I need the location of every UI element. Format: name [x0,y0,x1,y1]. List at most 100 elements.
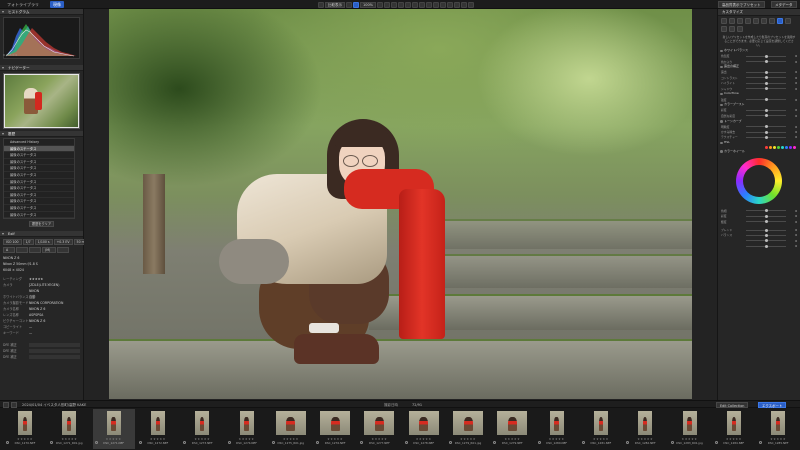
radial-icon[interactable] [412,1,419,8]
slider-track[interactable] [746,135,786,139]
tab-develop[interactable]: 現像 [50,1,64,8]
slider-knob[interactable] [764,220,768,224]
slider-knob[interactable] [764,70,768,74]
thumbnail-image[interactable] [408,411,439,435]
slider-track[interactable] [746,228,786,232]
navigator-viewport-frame[interactable] [4,74,79,128]
filmstrip-thumbnail[interactable]: ★★★★★ DSC_1279.NEF [491,409,533,449]
adjustment-section-header[interactable]: 露出の補正 [718,64,800,70]
main-photo[interactable] [109,9,692,399]
thumbnail-image[interactable] [549,411,564,435]
filmstrip-thumbnail[interactable]: ★★★★★ DSC_1272.NEF [137,409,179,449]
slider-knob[interactable] [764,209,768,213]
footer-field[interactable] [29,343,80,348]
history-item[interactable]: Advanced History [4,139,74,146]
slider-track[interactable] [746,70,786,74]
slider-track[interactable] [746,108,786,112]
slider-value[interactable]: 0 [789,233,797,237]
slider-knob[interactable] [764,114,768,118]
tab-library[interactable]: フォトライブラリ [4,1,42,8]
filmstrip-thumbnail[interactable]: ★★★★★ DSC_1285.NEF [757,409,799,449]
gradient-icon[interactable] [405,1,412,8]
exif-header[interactable]: Exif [0,231,83,238]
slider-knob[interactable] [764,228,768,232]
slider-track[interactable] [746,81,786,85]
wheel-slider[interactable]: 輝度 0 [718,219,800,224]
filmstrip-thumbnail[interactable]: ★★★★★ DSC_1278.NEF [403,409,445,449]
slider-knob[interactable] [764,81,768,85]
filmstrip-thumbnail[interactable]: ★★★★★ DSC_1273.NEF [181,409,223,449]
slider-track[interactable] [746,87,786,91]
thumbnail-image[interactable] [239,411,254,435]
thumbnail-image[interactable] [682,411,697,435]
slider-value[interactable]: 0 [789,220,797,224]
footer-field[interactable] [29,349,80,354]
slider-track[interactable] [746,114,786,118]
thumbnail-image[interactable] [453,411,483,435]
blend-slider[interactable]: 0 [718,244,800,249]
slider-track[interactable] [746,125,786,129]
thumbnail-image[interactable] [195,411,210,435]
filmstrip-thumbnail[interactable]: ★★★★★ DSC_1271.NEF [92,409,135,449]
thumbnail-image[interactable] [150,411,165,435]
preset-button[interactable]: 高品質表示でプリセット [718,1,765,8]
preset-list-icon[interactable] [785,18,791,24]
history-item[interactable]: 最後のステータス [4,179,74,186]
slider-track[interactable] [746,209,786,213]
slider-knob[interactable] [764,98,768,102]
history-item[interactable]: 最後のステータス [4,212,74,219]
detail-icon[interactable] [745,18,751,24]
slider-knob[interactable] [764,233,768,237]
adjustment-section-header[interactable]: ColorTone [718,91,800,97]
slider-knob[interactable] [764,214,768,218]
color-wheel[interactable] [736,158,782,205]
filmstrip-thumbnail[interactable]: ★★★★★ DSC_1282.NEF [624,409,666,449]
slider-value[interactable]: 0 [789,54,797,58]
customize-icon[interactable] [777,18,783,24]
footer-field[interactable] [29,355,80,360]
fit-icon[interactable] [346,1,352,8]
thumbnail-image[interactable] [593,411,608,435]
zoom-icon[interactable] [353,1,359,8]
thumbnail-image[interactable] [726,411,741,435]
thumbnail-image[interactable] [638,411,653,435]
slider-track[interactable] [746,60,786,64]
info-icon[interactable] [468,1,475,8]
thumbnail-image[interactable] [106,411,121,435]
filmstrip-thumbnail[interactable]: ★★★★★ DSC_1276.NEF [314,409,356,449]
slider-value[interactable]: 0 [789,60,797,64]
slider-value[interactable]: 0 [789,81,797,85]
slider-track[interactable] [746,214,786,218]
filmstrip-thumbnail[interactable]: ★★★★★ DSC_1280.NEF [536,409,578,449]
compare-view-button[interactable]: 比較表示 [325,1,345,8]
filmstrip-thumbnail[interactable]: ★★★★★ DSC_1277.NEF [358,409,400,449]
slider-value[interactable]: 0 [789,76,797,80]
history-item[interactable]: 最後のステータス [4,152,74,159]
navigator-preview[interactable] [3,73,80,129]
slider-value[interactable]: 0 [789,135,797,139]
thumbnail-image[interactable] [497,411,528,435]
history-item[interactable]: 最後のステータス [4,172,74,179]
history-item[interactable]: 最後のステータス [4,205,74,212]
slider-value[interactable]: 0 [789,209,797,213]
slider-track[interactable] [746,54,786,58]
history-header[interactable]: 履歴 [0,131,83,137]
rotate-right-icon[interactable] [440,1,447,8]
slider-track[interactable] [746,233,786,237]
slider-track[interactable] [746,76,786,80]
rotate-left-icon[interactable] [433,1,440,8]
basic-adjust-icon[interactable] [721,18,727,24]
history-item[interactable]: 最後のステータス [4,145,74,153]
history-item[interactable]: 最後のステータス [4,185,74,192]
thumbnail-image[interactable] [771,411,786,435]
history-item[interactable]: 最後のステータス [4,198,74,205]
thumbnail-image[interactable] [320,411,351,435]
slider-knob[interactable] [764,125,768,129]
slider-knob[interactable] [764,239,768,243]
effects-icon[interactable] [761,18,767,24]
straighten-icon[interactable] [384,1,391,8]
filmstrip-thumbnail[interactable]: ★★★★★ DSC_1283_R01.jpg [669,409,711,449]
color-icon[interactable] [737,18,743,24]
adjustment-section-header[interactable]: ホワイトバランス [718,48,800,54]
filmstrip-thumbnail[interactable]: ★★★★★ DSC_1284.NEF [713,409,755,449]
